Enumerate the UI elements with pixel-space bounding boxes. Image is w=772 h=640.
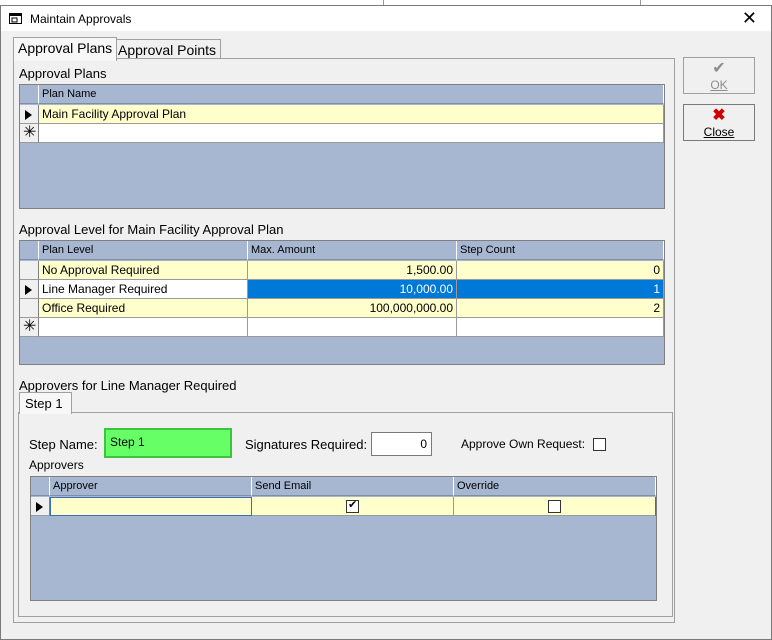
red-x-icon: ✖ (712, 107, 726, 124)
column-header-max-amount[interactable]: Max. Amount (248, 241, 457, 260)
max-amount-cell[interactable]: 100,000,000.00 (248, 299, 457, 318)
column-header-plan-level[interactable]: Plan Level (39, 241, 248, 260)
approve-own-request-label: Approve Own Request: (461, 437, 586, 451)
approve-own-request-checkbox[interactable] (593, 438, 606, 451)
new-plan-level-cell[interactable] (39, 318, 248, 337)
header-indicator (20, 241, 39, 260)
approvers-label: Approvers (29, 458, 84, 472)
column-header-send-email[interactable]: Send Email (252, 477, 454, 496)
row-indicator[interactable] (20, 261, 39, 280)
plan-level-cell[interactable]: Office Required (39, 299, 248, 318)
new-max-amount-cell[interactable] (248, 318, 457, 337)
column-header-step-count[interactable]: Step Count (457, 241, 664, 260)
plan-name-cell[interactable]: Main Facility Approval Plan (39, 105, 664, 124)
header-indicator (31, 477, 50, 496)
send-email-checkbox[interactable]: ✔ (346, 499, 359, 513)
title-bar: Maintain Approvals ✕ (1, 6, 771, 31)
column-header-plan-name[interactable]: Plan Name (39, 85, 664, 104)
step-name-input[interactable]: Step 1 (104, 428, 232, 458)
levels-grid: Plan Level Max. Amount Step Count No App… (19, 240, 665, 365)
step-name-label: Step Name: (29, 437, 98, 452)
override-checkbox[interactable] (548, 500, 561, 513)
send-email-cell[interactable]: ✔ (252, 497, 454, 516)
column-header-override[interactable]: Override (454, 477, 656, 496)
approvers-grid: Approver Send Email Override ✔ (30, 476, 657, 601)
approval-level-label: Approval Level for Main Facility Approva… (19, 222, 284, 237)
override-cell[interactable] (454, 497, 656, 516)
new-row-indicator[interactable]: ✳ (20, 124, 39, 143)
window-icon (9, 13, 22, 24)
new-step-count-cell[interactable] (457, 318, 664, 337)
new-row-asterisk-icon: ✳ (23, 124, 37, 141)
checkmark-icon: ✔ (712, 60, 726, 77)
current-row-arrow-icon (36, 502, 43, 512)
max-amount-cell[interactable]: 10,000.00 (248, 280, 457, 299)
signatures-required-input[interactable]: 0 (371, 432, 432, 456)
step-count-cell[interactable]: 2 (457, 299, 664, 318)
close-window-icon[interactable]: ✕ (742, 9, 757, 27)
close-button-label: Close (703, 125, 735, 139)
new-row-indicator[interactable]: ✳ (20, 318, 39, 337)
tab-approval-plans[interactable]: Approval Plans (13, 37, 118, 61)
current-row-arrow-icon (25, 110, 32, 120)
ok-button[interactable]: ✔ OK (683, 57, 755, 94)
approver-cell[interactable] (50, 497, 252, 516)
window-title: Maintain Approvals (30, 12, 132, 26)
step-count-cell[interactable]: 1 (457, 280, 664, 299)
plan-level-cell[interactable]: No Approval Required (39, 261, 248, 280)
tab-step-1[interactable]: Step 1 (19, 392, 72, 414)
row-indicator[interactable] (20, 105, 39, 124)
step-name-value: Step 1 (110, 435, 145, 449)
row-indicator[interactable] (31, 497, 50, 516)
column-header-approver[interactable]: Approver (50, 477, 252, 496)
row-indicator[interactable] (20, 280, 39, 299)
plan-level-cell-editing[interactable]: Line Manager Required (39, 280, 248, 299)
close-button[interactable]: ✖ Close (683, 104, 755, 141)
approval-plans-label: Approval Plans (19, 66, 107, 81)
new-row-asterisk-icon: ✳ (23, 318, 37, 335)
max-amount-cell[interactable]: 1,500.00 (248, 261, 457, 280)
approvers-section-label: Approvers for Line Manager Required (19, 378, 237, 393)
current-row-arrow-icon (25, 285, 32, 295)
new-plan-cell[interactable] (39, 124, 664, 143)
step-count-cell[interactable]: 0 (457, 261, 664, 280)
header-indicator (20, 85, 39, 104)
ok-button-label: OK (710, 78, 728, 92)
row-indicator[interactable] (20, 299, 39, 318)
signatures-required-label: Signatures Required: (245, 437, 368, 452)
checkmark-icon: ✔ (348, 499, 358, 511)
plans-grid: Plan Name Main Facility Approval Plan ✳ (19, 84, 665, 209)
